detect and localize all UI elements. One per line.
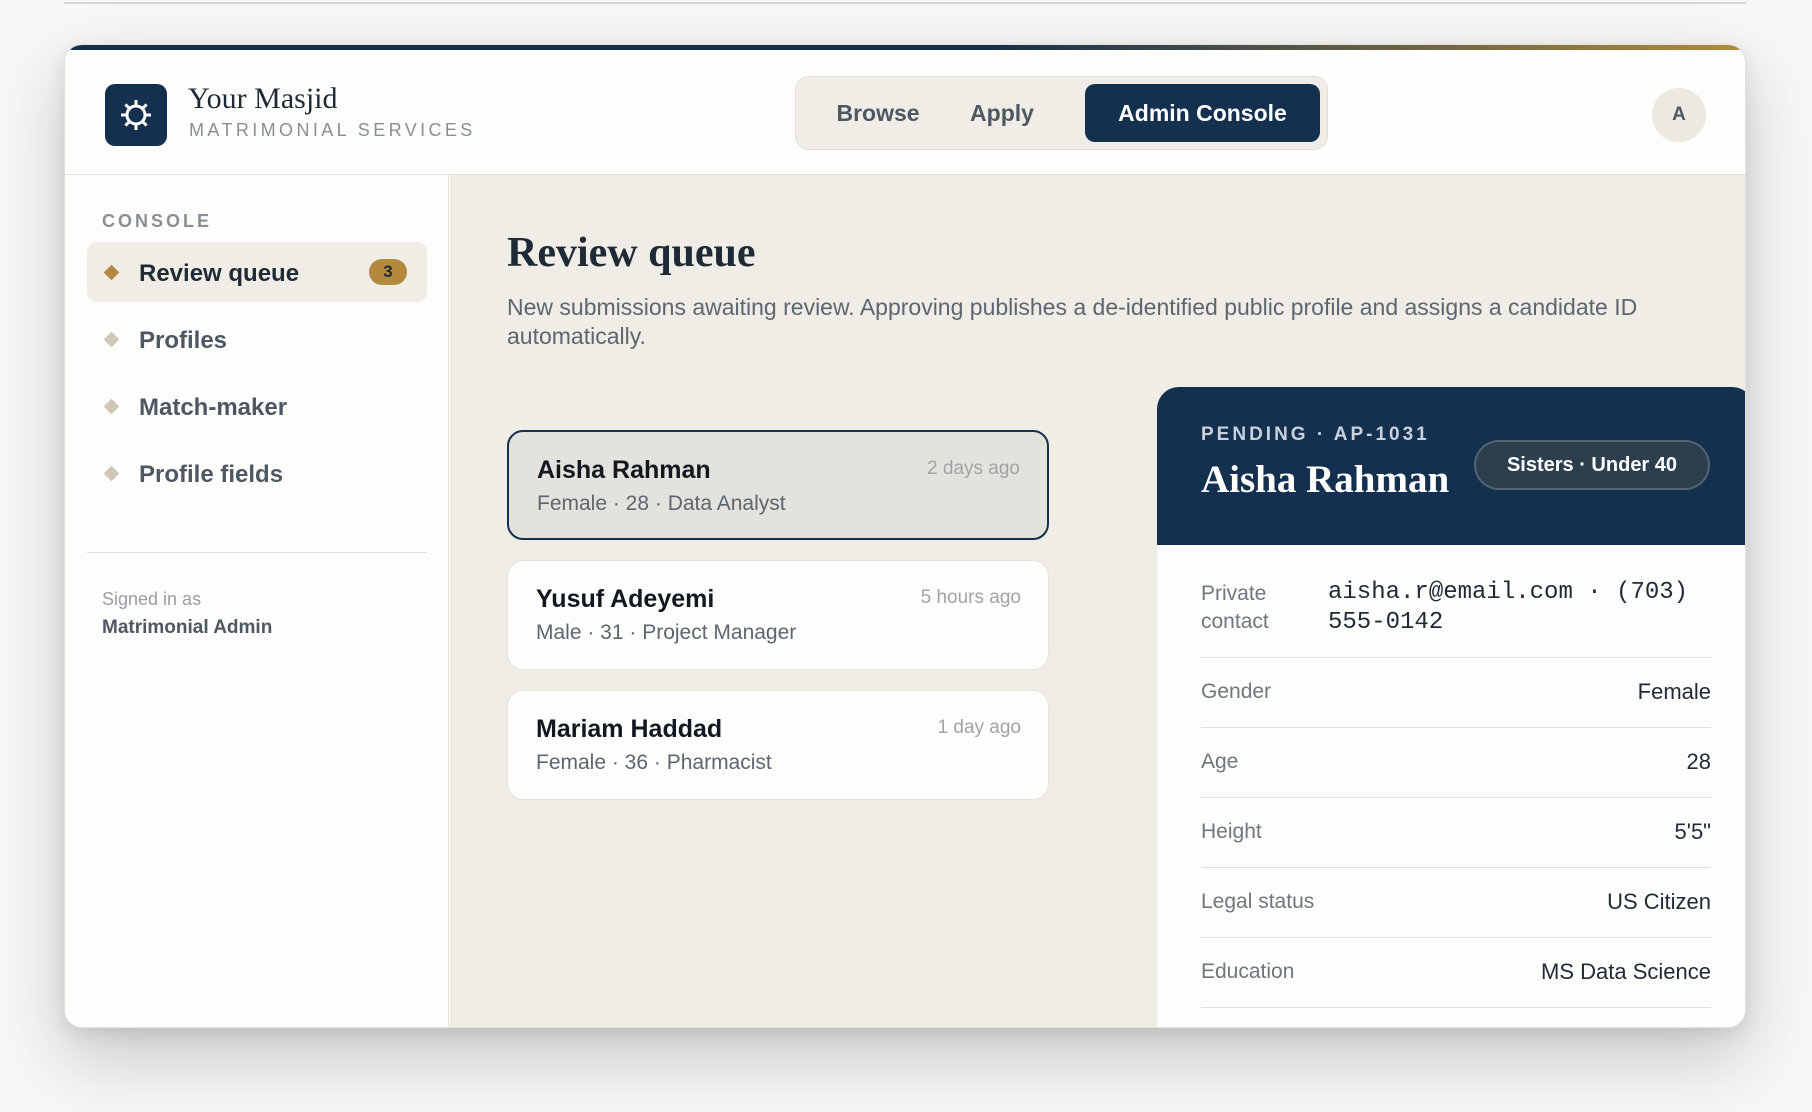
top-divider — [64, 2, 1746, 4]
detail-row-gender: Gender Female — [1201, 658, 1711, 728]
header: Your Masjid MATRIMONIAL SERVICES Browse … — [65, 50, 1745, 175]
applicant-name: Aisha Rahman — [537, 456, 711, 484]
app-window: Your Masjid MATRIMONIAL SERVICES Browse … — [64, 44, 1746, 1028]
signed-in-label: Signed in as — [102, 589, 202, 609]
applicant-detail-panel: PENDING · AP-1031 Aisha Rahman Sisters ·… — [1157, 387, 1745, 1027]
field-value: US Citizen — [1607, 889, 1711, 914]
detail-row-height: Height 5'5" — [1201, 798, 1711, 868]
contact-label: Private contact — [1201, 582, 1269, 633]
sidebar-heading: CONSOLE — [102, 211, 213, 231]
sidebar-item-review-queue[interactable]: Review queue 3 — [87, 242, 427, 302]
sidebar-item-label: Match-maker — [139, 394, 288, 421]
field-value: MS Data Science — [1541, 959, 1711, 984]
field-label: Age — [1201, 750, 1239, 773]
detail-name: Aisha Rahman — [1201, 458, 1450, 501]
field-label: Education — [1201, 960, 1295, 983]
field-value: Female — [1637, 679, 1711, 704]
sidebar-item-label: Profile fields — [139, 461, 284, 488]
applicant-name: Mariam Haddad — [536, 715, 723, 743]
status-label: PENDING · AP-1031 — [1201, 424, 1430, 445]
detail-row-legal-status: Legal status US Citizen — [1201, 868, 1711, 938]
sidebar: CONSOLE Review queue 3 Profiles Match-ma… — [65, 175, 449, 1027]
sidebar-item-profiles[interactable]: Profiles — [87, 309, 427, 369]
gear-star-icon[interactable] — [105, 84, 167, 146]
tab-browse[interactable]: Browse — [818, 84, 938, 142]
detail-row-education: Education MS Data Science — [1201, 938, 1711, 1008]
submitted-time: 2 days ago — [927, 458, 1020, 479]
detail-row-contact: Private contact aisha.r@email.com · (703… — [1201, 545, 1711, 658]
diamond-icon — [103, 465, 120, 482]
diamond-icon — [103, 264, 120, 281]
detail-header: PENDING · AP-1031 Aisha Rahman Sisters ·… — [1157, 387, 1745, 545]
main-content: Review queue New submissions awaiting re… — [450, 175, 1745, 1027]
applicant-meta: Female · 36 · Pharmacist — [536, 751, 772, 774]
queue-item-card[interactable]: Yusuf Adeyemi Male · 31 · Project Manage… — [507, 560, 1049, 670]
applicant-meta: Female · 28 · Data Analyst — [537, 492, 786, 515]
page-title: Review queue — [507, 230, 756, 276]
queue-item-card[interactable]: Mariam Haddad Female · 36 · Pharmacist 1… — [507, 690, 1049, 800]
submitted-time: 5 hours ago — [920, 587, 1021, 608]
queue-item-card[interactable]: Aisha Rahman Female · 28 · Data Analyst … — [507, 430, 1049, 540]
category-badge: Sisters · Under 40 — [1474, 440, 1710, 490]
tab-admin-console[interactable]: Admin Console — [1085, 84, 1320, 142]
avatar[interactable]: A — [1652, 88, 1706, 142]
field-value: 28 — [1686, 749, 1711, 774]
contact-value: aisha.r@email.com · (703) 555-0142 — [1328, 579, 1689, 636]
field-label: Gender — [1201, 680, 1272, 703]
detail-row-age: Age 28 — [1201, 728, 1711, 798]
brand-title: Your Masjid — [188, 82, 338, 115]
field-value: 5'5" — [1674, 819, 1711, 844]
signed-in-name: Matrimonial Admin — [102, 617, 273, 638]
diamond-icon — [103, 398, 120, 415]
submitted-time: 1 day ago — [937, 717, 1021, 738]
count-badge: 3 — [369, 259, 407, 285]
field-label: Height — [1201, 820, 1262, 843]
field-label: Legal status — [1201, 890, 1315, 913]
sidebar-item-profile-fields[interactable]: Profile fields — [87, 443, 427, 503]
applicant-meta: Male · 31 · Project Manager — [536, 621, 797, 644]
tab-apply[interactable]: Apply — [952, 84, 1052, 142]
page-description: New submissions awaiting review. Approvi… — [507, 294, 1638, 349]
applicant-name: Yusuf Adeyemi — [536, 585, 715, 613]
top-nav: Browse Apply Admin Console — [795, 76, 1328, 150]
sidebar-item-label: Review queue — [139, 260, 300, 287]
sidebar-item-match-maker[interactable]: Match-maker — [87, 376, 427, 436]
brand-subtitle: MATRIMONIAL SERVICES — [189, 120, 476, 140]
diamond-icon — [103, 331, 120, 348]
sidebar-divider — [87, 552, 427, 553]
sidebar-item-label: Profiles — [139, 327, 228, 354]
